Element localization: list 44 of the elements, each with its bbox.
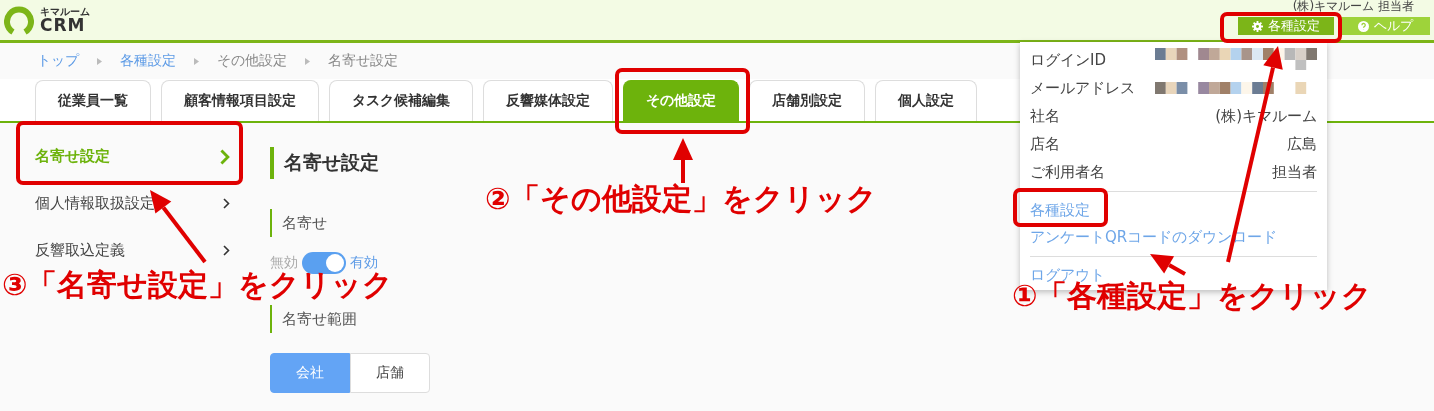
tab[interactable]: 従業員一覧 xyxy=(35,80,151,121)
page-title: 名寄せ設定 xyxy=(270,147,430,179)
logo-subtitle: キマルーム xyxy=(40,6,90,17)
chevron-icon xyxy=(305,57,310,65)
chevron-icon xyxy=(220,148,230,165)
segment-button[interactable]: 会社 xyxy=(270,353,350,393)
toggle-switch[interactable] xyxy=(302,252,346,274)
user-name: (株)キマルーム 担当者 xyxy=(1292,0,1414,12)
info-label: ご利用者名 xyxy=(1030,162,1105,182)
settings-button[interactable]: 各種設定 xyxy=(1238,17,1334,35)
segment-button[interactable]: 店舗 xyxy=(350,353,430,393)
tab[interactable]: その他設定 xyxy=(623,80,739,121)
chevron-icon xyxy=(223,245,230,256)
section-label: 名寄せ範囲 xyxy=(270,305,430,333)
chevron-icon xyxy=(223,198,230,209)
tab[interactable]: 反響媒体設定 xyxy=(483,80,613,121)
info-value: 広島 xyxy=(1287,134,1317,154)
info-label: ログインID xyxy=(1030,50,1106,70)
tab[interactable]: 個人設定 xyxy=(875,80,977,121)
arrow xyxy=(1150,254,1186,276)
info-value: 担当者 xyxy=(1272,162,1317,182)
sidebar-item[interactable]: 個人情報取扱設定 xyxy=(25,180,240,227)
tab[interactable]: タスク候補編集 xyxy=(329,80,473,121)
breadcrumb-current: その他設定 xyxy=(217,52,287,70)
breadcrumb-link[interactable]: トップ xyxy=(37,52,79,70)
help-icon xyxy=(1357,20,1369,32)
chevron-icon xyxy=(194,57,199,65)
menu-link[interactable]: 各種設定 xyxy=(1030,197,1090,224)
breadcrumb-current: 名寄せ設定 xyxy=(328,52,398,70)
logo-text: CRM xyxy=(40,16,86,34)
section-label: 名寄せ xyxy=(270,209,430,237)
sidebar-item[interactable]: 名寄せ設定 xyxy=(25,133,240,180)
arrow xyxy=(673,138,693,183)
logo-icon xyxy=(4,5,34,35)
info-label: 社名 xyxy=(1030,106,1060,126)
tab[interactable]: 顧客情報項目設定 xyxy=(161,80,319,121)
settings-icon xyxy=(1252,20,1263,32)
breadcrumb-link[interactable]: 各種設定 xyxy=(120,52,176,70)
help-button[interactable]: ヘルプ xyxy=(1340,17,1430,35)
tab[interactable]: 店舗別設定 xyxy=(749,80,865,121)
callout-text: ②「その他設定」をクリック xyxy=(485,182,878,216)
chevron-icon xyxy=(97,57,102,65)
info-label: 店名 xyxy=(1030,134,1060,154)
info-label: メールアドレス xyxy=(1030,78,1135,98)
